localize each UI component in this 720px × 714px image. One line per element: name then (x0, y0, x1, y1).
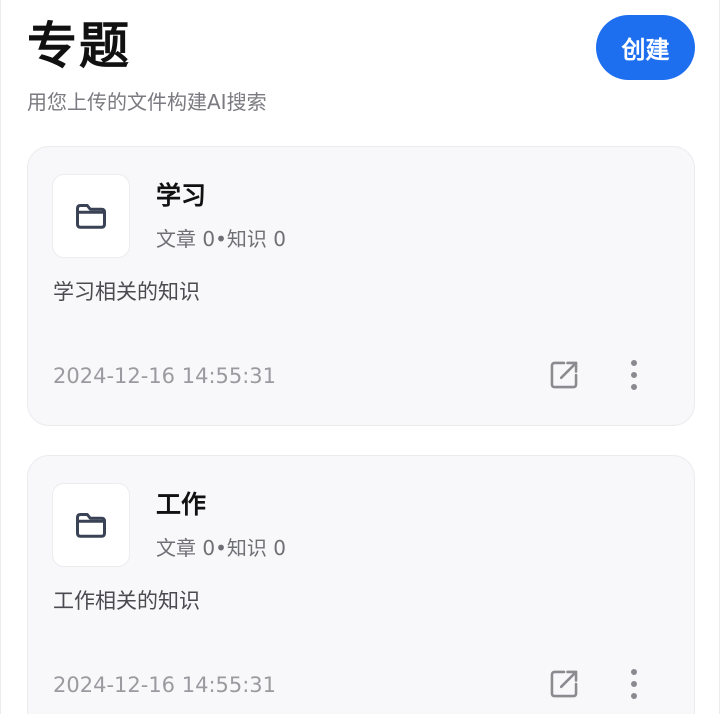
folder-icon-box (52, 483, 130, 567)
more-options-button[interactable] (620, 662, 648, 706)
topic-card[interactable]: 学习 文章 0•知识 0 学习相关的知识 2024-12-16 14:55:31 (27, 146, 695, 426)
topic-card[interactable]: 工作 文章 0•知识 0 工作相关的知识 2024-12-16 14:55:31 (27, 455, 695, 714)
page-title: 专题 (27, 17, 131, 75)
share-button[interactable] (544, 353, 584, 397)
folder-icon-box (52, 174, 130, 258)
more-vertical-icon (631, 669, 637, 699)
share-icon (550, 670, 578, 698)
create-button[interactable]: 创建 (596, 15, 695, 80)
share-icon (550, 361, 578, 389)
folder-icon (76, 513, 106, 538)
topic-stats: 文章 0•知识 0 (156, 227, 286, 251)
more-vertical-icon (631, 360, 637, 390)
topic-timestamp: 2024-12-16 14:55:31 (53, 673, 277, 697)
page-subtitle: 用您上传的文件构建AI搜索 (27, 90, 267, 114)
folder-icon (76, 204, 106, 229)
topic-name: 工作 (156, 490, 207, 519)
topic-timestamp: 2024-12-16 14:55:31 (53, 364, 277, 388)
topics-page: 专题 用您上传的文件构建AI搜索 创建 学习 文章 0•知识 0 学习相关的知识… (0, 0, 720, 714)
topic-name: 学习 (156, 181, 207, 210)
topic-stats: 文章 0•知识 0 (156, 536, 286, 560)
topic-description: 学习相关的知识 (53, 280, 200, 304)
topic-description: 工作相关的知识 (53, 589, 200, 613)
more-options-button[interactable] (620, 353, 648, 397)
share-button[interactable] (544, 662, 584, 706)
